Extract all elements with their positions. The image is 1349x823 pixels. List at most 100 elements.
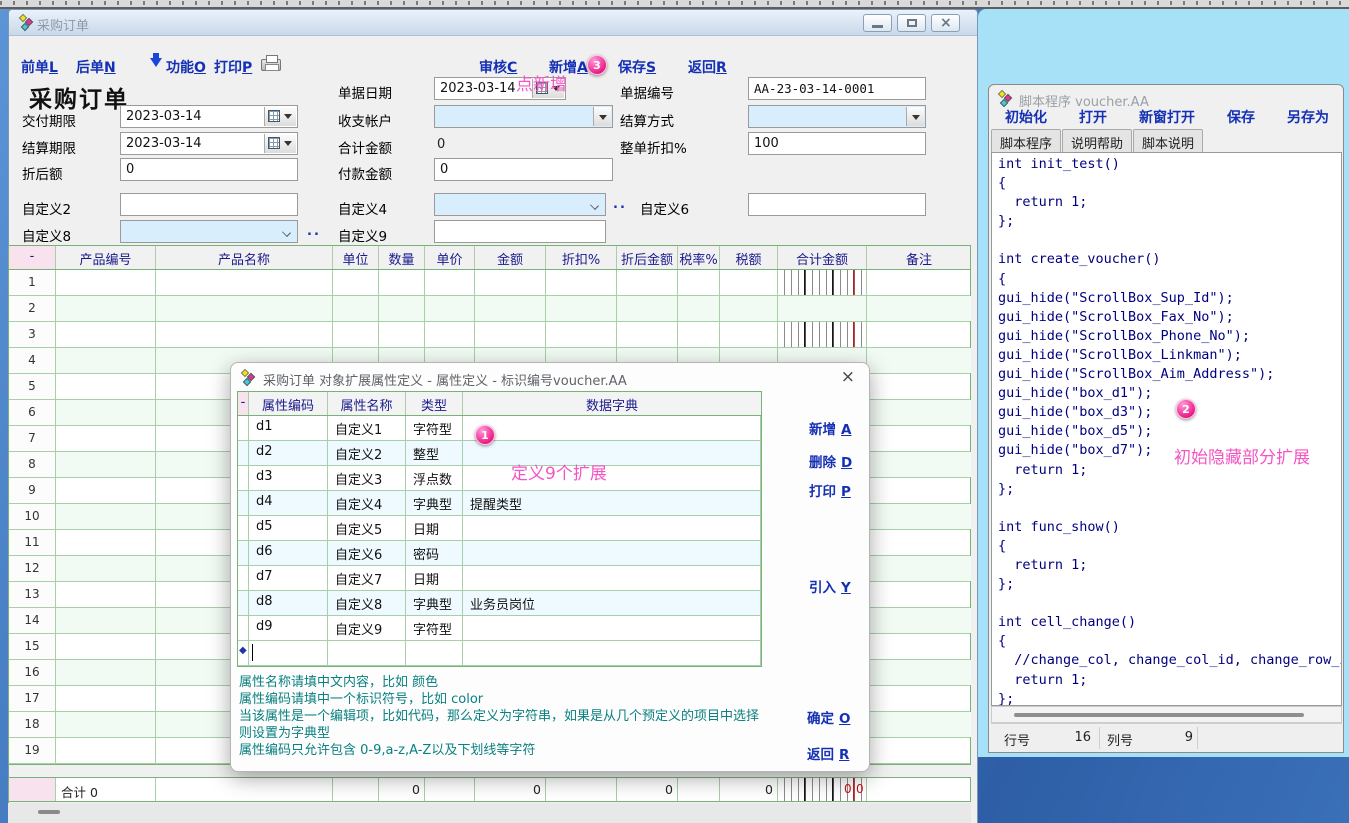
code-horizontal-scrollbar[interactable] — [991, 706, 1342, 723]
custom2-input[interactable] — [120, 193, 298, 216]
property-row[interactable]: d5 自定义5 日期 — [238, 516, 761, 541]
cell-remark[interactable] — [867, 660, 971, 685]
cell-tax[interactable] — [720, 270, 778, 295]
cell-total-amount[interactable] — [778, 296, 867, 321]
cell-discount[interactable] — [546, 270, 617, 295]
cell-tax[interactable] — [720, 322, 778, 347]
cell-product-code[interactable] — [56, 504, 156, 529]
cell-data-dict[interactable] — [463, 541, 761, 565]
cell-product-code[interactable] — [56, 660, 156, 685]
custom9-input[interactable] — [434, 220, 606, 243]
cell-unit[interactable] — [333, 296, 379, 321]
delivery-date-input[interactable]: 2023-03-14 — [120, 105, 298, 128]
dialog-import-button[interactable]: 引入Y — [809, 576, 851, 596]
scrollbar-thumb[interactable] — [1014, 713, 1304, 717]
maximize-button[interactable] — [897, 14, 926, 32]
cell-attr-code[interactable]: d9 — [249, 616, 328, 640]
cell-data-dict[interactable] — [463, 616, 761, 640]
cell-total-amount[interactable] — [778, 322, 867, 347]
cell-tax[interactable] — [720, 296, 778, 321]
cell-remark[interactable] — [867, 478, 971, 503]
property-row[interactable]: d9 自定义9 字符型 — [238, 616, 761, 641]
dialog-add-button[interactable]: 新增A — [809, 418, 851, 438]
cell-remark[interactable] — [867, 322, 971, 347]
cell-discount[interactable] — [546, 296, 617, 321]
cell-remark[interactable] — [867, 426, 971, 451]
cell-attr-code[interactable]: d2 — [249, 441, 328, 465]
cell-remark[interactable] — [867, 452, 971, 477]
dialog-ok-button[interactable]: 确定O — [807, 707, 850, 727]
cell-attr-type[interactable]: 浮点数 — [406, 466, 463, 490]
cell-remark[interactable] — [867, 556, 971, 581]
cell-product-code[interactable] — [56, 608, 156, 633]
cell-remark[interactable] — [867, 608, 971, 633]
discounted-amount-input[interactable]: 0 — [120, 158, 298, 181]
script-tab[interactable]: 说明帮助 — [1062, 129, 1132, 152]
property-row[interactable]: d1 自定义1 字符型 — [238, 416, 761, 441]
cell-discount[interactable] — [546, 322, 617, 347]
script-toolbar-item[interactable]: 初始化 — [1005, 107, 1047, 127]
cell-product-name[interactable] — [156, 296, 333, 321]
cell-attr-name[interactable]: 自定义5 — [328, 516, 406, 540]
calendar-dropdown-button[interactable] — [264, 107, 296, 126]
cell-tax-rate[interactable] — [678, 270, 720, 295]
cell-amount[interactable] — [475, 270, 546, 295]
cell-amount[interactable] — [475, 296, 546, 321]
cell-product-name[interactable] — [156, 322, 333, 347]
cell-remark[interactable] — [867, 504, 971, 529]
cell-attr-type[interactable]: 日期 — [406, 516, 463, 540]
cell-remark[interactable] — [867, 400, 971, 425]
settle-method-dropdown[interactable] — [748, 105, 926, 128]
payment-amount-input[interactable]: 0 — [434, 158, 613, 181]
custom4-more-button[interactable]: .. — [613, 197, 627, 212]
script-toolbar-item[interactable]: 另存为 — [1287, 107, 1329, 127]
cell-data-dict[interactable] — [463, 416, 761, 440]
cell-qty[interactable] — [379, 270, 425, 295]
settle-date-input[interactable]: 2023-03-14 — [120, 132, 298, 155]
script-toolbar-item[interactable]: 新窗打开 — [1139, 107, 1195, 127]
cell-discounted-amount[interactable] — [617, 296, 678, 321]
cell-remark[interactable] — [867, 374, 971, 399]
cell-attr-type[interactable]: 字典型 — [406, 591, 463, 615]
custom6-input[interactable] — [748, 193, 926, 216]
horizontal-scrollbar[interactable] — [8, 803, 971, 823]
cell-attr-name[interactable]: 自定义8 — [328, 591, 406, 615]
cell-product-code[interactable] — [56, 738, 156, 763]
table-row[interactable]: 1 — [9, 270, 970, 296]
cell-product-code[interactable] — [56, 556, 156, 581]
cell-product-code[interactable] — [56, 712, 156, 737]
toolbar-item-next[interactable]: 后单N — [76, 57, 116, 77]
script-tab[interactable]: 脚本说明 — [1133, 129, 1203, 152]
cell-attr-type[interactable]: 字典型 — [406, 491, 463, 515]
cell-remark[interactable] — [867, 686, 971, 711]
code-editor[interactable]: int init_test(){ return 1;};int create_v… — [991, 152, 1342, 706]
cell-attr-name[interactable]: 自定义4 — [328, 491, 406, 515]
dialog-delete-button[interactable]: 删除D — [809, 451, 852, 471]
cell-data-dict[interactable] — [463, 516, 761, 540]
cell-data-dict[interactable]: 业务员岗位 — [463, 591, 761, 615]
cell-data-dict[interactable]: 提醒类型 — [463, 491, 761, 515]
property-row[interactable]: d2 自定义2 整型 — [238, 441, 761, 466]
cell-product-code[interactable] — [56, 478, 156, 503]
cell-discounted-amount[interactable] — [617, 322, 678, 347]
property-row[interactable]: d6 自定义6 密码 — [238, 541, 761, 566]
window-titlebar[interactable]: 采购订单 × — [9, 10, 977, 36]
cell-data-dict[interactable] — [463, 441, 761, 465]
cell-attr-code[interactable]: d7 — [249, 566, 328, 590]
script-toolbar-item[interactable]: 打开 — [1079, 107, 1107, 127]
cell-price[interactable] — [425, 296, 475, 321]
cell-attr-type[interactable] — [406, 641, 463, 665]
cell-discounted-amount[interactable] — [617, 270, 678, 295]
cell-remark[interactable] — [867, 530, 971, 555]
cell-data-dict[interactable] — [463, 466, 761, 490]
cell-attr-name[interactable]: 自定义9 — [328, 616, 406, 640]
cell-attr-type[interactable]: 整型 — [406, 441, 463, 465]
cell-remark[interactable] — [867, 270, 971, 295]
cell-attr-code[interactable] — [249, 641, 328, 665]
custom8-more-button[interactable]: .. — [307, 224, 321, 239]
cell-product-code[interactable] — [56, 634, 156, 659]
cell-unit[interactable] — [333, 270, 379, 295]
cell-product-code[interactable] — [56, 296, 156, 321]
property-row[interactable]: d7 自定义7 日期 — [238, 566, 761, 591]
cell-qty[interactable] — [379, 322, 425, 347]
